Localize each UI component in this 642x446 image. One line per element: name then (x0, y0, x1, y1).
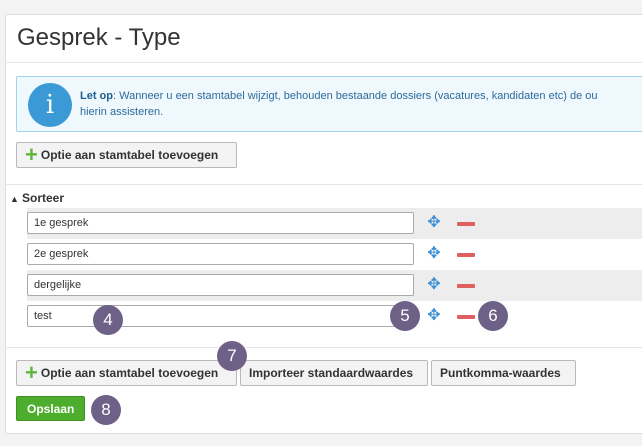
move-arrows-icon[interactable]: ✥ (425, 214, 443, 232)
option-row: ✥ (27, 270, 642, 301)
move-arrows-icon[interactable]: ✥ (425, 307, 443, 325)
semicolon-values-label: Puntkomma-waardes (440, 366, 561, 380)
divider (5, 347, 642, 348)
semicolon-values-button[interactable]: Puntkomma-waardes (431, 360, 576, 386)
option-input[interactable] (27, 305, 414, 327)
add-option-button-top[interactable]: + Optie aan stamtabel toevoegen (16, 142, 237, 168)
sort-header-label: Sorteer (22, 191, 65, 205)
sort-header[interactable]: ▲ Sorteer (10, 191, 64, 205)
move-arrows-icon[interactable]: ✥ (425, 245, 443, 263)
info-icon: i (28, 83, 72, 127)
plus-icon: + (25, 142, 38, 167)
info-message: Let op: Wanneer u een stamtabel wijzigt,… (80, 88, 642, 120)
info-body: : Wanneer u een stamtabel wijzigt, behou… (113, 90, 598, 102)
minus-icon[interactable] (457, 222, 475, 226)
add-option-label: Optie aan stamtabel toevoegen (40, 366, 219, 380)
step-badge: 5 (390, 301, 420, 331)
import-defaults-button[interactable]: Importeer standaardwaardes (240, 360, 428, 386)
step-badge: 7 (217, 341, 247, 371)
info-body-continued: hierin assisteren. (80, 106, 164, 118)
minus-icon[interactable] (457, 253, 475, 257)
add-option-button-bottom[interactable]: + Optie aan stamtabel toevoegen (16, 360, 237, 386)
move-arrows-icon[interactable]: ✥ (425, 276, 443, 294)
save-label: Opslaan (27, 401, 75, 416)
option-row: ✥ (27, 208, 642, 239)
minus-icon[interactable] (457, 284, 475, 288)
save-button[interactable]: Opslaan (16, 396, 86, 421)
step-badge: 8 (91, 395, 121, 425)
plus-icon: + (25, 360, 38, 385)
option-input[interactable] (27, 243, 414, 265)
minus-icon[interactable] (457, 315, 475, 319)
add-option-label: Optie aan stamtabel toevoegen (40, 148, 219, 162)
info-alert: i Let op: Wanneer u een stamtabel wijzig… (16, 76, 642, 132)
divider (5, 62, 642, 63)
option-input[interactable] (27, 274, 414, 296)
option-row: ✥ (27, 239, 642, 270)
option-input[interactable] (27, 212, 414, 234)
info-lead: Let op (80, 90, 113, 102)
step-badge: 4 (93, 305, 123, 335)
divider (5, 184, 642, 185)
page-title: Gesprek - Type (17, 24, 181, 51)
step-badge: 6 (478, 301, 508, 331)
sort-icon: ▲ (10, 194, 19, 204)
import-defaults-label: Importeer standaardwaardes (249, 366, 414, 380)
